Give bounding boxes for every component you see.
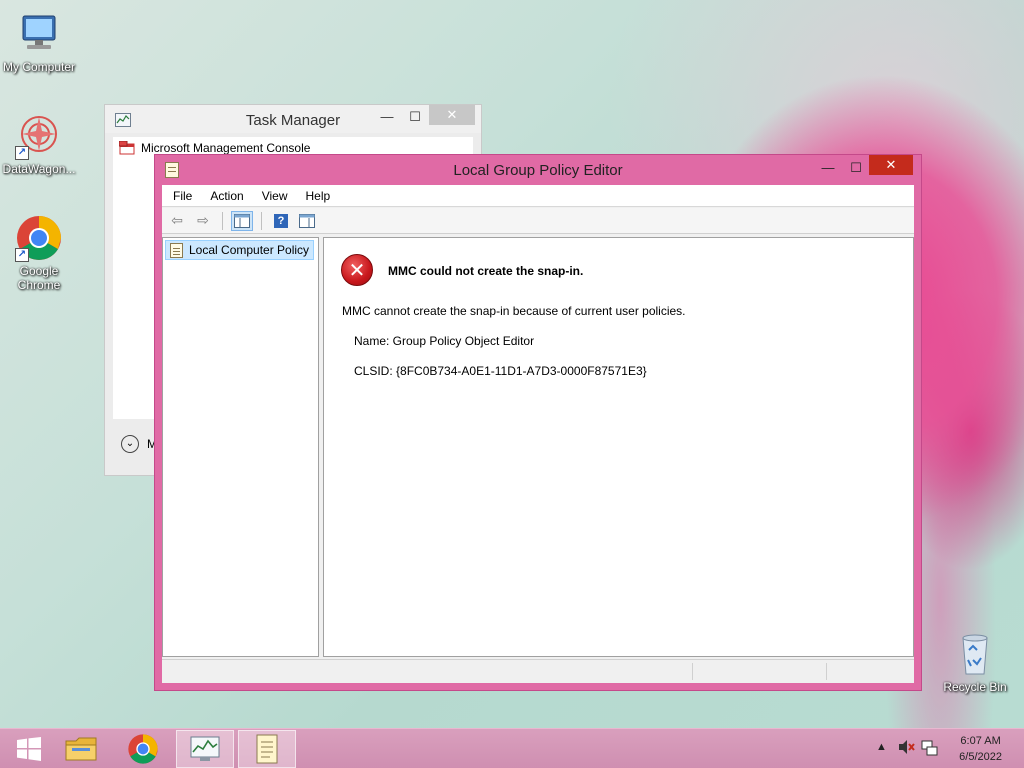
back-arrow-icon: ⇦	[171, 212, 183, 228]
minimize-button[interactable]: —	[815, 158, 841, 178]
close-button[interactable]: ✕	[429, 105, 475, 125]
desktop-icon-label: Recycle Bin	[943, 680, 1007, 694]
shortcut-arrow-icon: ↗	[15, 146, 29, 160]
desktop-icon-my-computer[interactable]: My Computer	[0, 10, 78, 74]
desktop-icon-google-chrome[interactable]: ↗ Google Chrome	[0, 214, 78, 292]
desktop-icon-recycle-bin[interactable]: Recycle Bin	[936, 630, 1014, 694]
snapin-clsid: CLSID: {8FC0B734-A0E1-11D1-A7D3-0000F875…	[354, 364, 647, 378]
chrome-icon: ↗	[15, 214, 63, 262]
network-icon[interactable]	[920, 739, 938, 760]
policy-icon	[170, 242, 183, 258]
chevron-down-icon: ⌄	[121, 435, 139, 453]
forward-button[interactable]: ⇨	[192, 211, 214, 231]
desktop-icon-label: My Computer	[2, 60, 76, 74]
menu-help[interactable]: Help	[305, 189, 332, 203]
datawagon-icon: ↗	[15, 112, 63, 160]
action-pane-icon	[299, 213, 315, 228]
status-bar	[162, 659, 914, 683]
volume-muted-icon[interactable]	[898, 739, 916, 758]
tree-item-label: Local Computer Policy	[189, 243, 310, 257]
error-message: MMC cannot create the snap-in because of…	[342, 304, 686, 318]
window-title: Local Group Policy Editor	[453, 162, 623, 179]
process-row[interactable]: Microsoft Management Console	[119, 141, 310, 155]
status-bar-divider	[826, 663, 827, 680]
chrome-icon	[128, 734, 158, 764]
policy-document-icon	[256, 734, 278, 764]
close-button[interactable]: ✕	[869, 155, 913, 175]
taskbar-task-manager[interactable]	[176, 730, 234, 768]
computer-icon	[15, 10, 63, 58]
windows-logo-icon	[17, 737, 41, 761]
menu-view[interactable]: View	[261, 189, 289, 203]
shortcut-arrow-icon: ↗	[15, 248, 29, 262]
toolbar: ⇦ ⇨ ?	[162, 208, 914, 234]
group-policy-editor-window[interactable]: Local Group Policy Editor — ☐ ✕ File Act…	[154, 154, 922, 691]
help-button[interactable]: ?	[270, 211, 292, 231]
clock-time: 6:07 AM	[960, 735, 1001, 747]
minimize-button[interactable]: —	[373, 107, 401, 127]
folder-icon	[65, 737, 97, 761]
gpe-titlebar[interactable]: Local Group Policy Editor — ☐ ✕	[155, 155, 921, 185]
taskbar: ▲ 6:07 AM 6/5/2022	[0, 728, 1024, 768]
status-bar-divider	[692, 663, 693, 680]
result-pane: ✕ MMC could not create the snap-in. MMC …	[323, 237, 914, 657]
taskbar-file-explorer[interactable]	[52, 730, 110, 768]
clock-date: 6/5/2022	[959, 751, 1002, 763]
gpe-client-area: File Action View Help ⇦ ⇨ ? Local Comput…	[162, 185, 914, 683]
show-hidden-icons-button[interactable]: ▲	[876, 741, 887, 753]
console-tree-icon	[234, 213, 250, 228]
help-icon: ?	[274, 213, 288, 228]
back-button[interactable]: ⇦	[166, 211, 188, 231]
desktop-icon-label: DataWagon...	[2, 162, 76, 176]
show-hide-console-tree-button[interactable]	[231, 210, 253, 231]
recycle-bin-icon	[951, 630, 999, 678]
start-button[interactable]	[0, 730, 58, 768]
error-icon: ✕	[341, 254, 373, 286]
taskbar-group-policy-editor[interactable]	[238, 730, 296, 768]
task-manager-icon	[190, 736, 220, 761]
toolbar-separator	[261, 211, 262, 230]
forward-arrow-icon: ⇨	[197, 212, 209, 228]
maximize-button[interactable]: ☐	[401, 107, 429, 127]
more-details-toggle[interactable]: ⌄ M	[121, 435, 157, 453]
snapin-name: Name: Group Policy Object Editor	[354, 334, 535, 348]
menu-bar: File Action View Help	[162, 185, 914, 207]
show-action-pane-button[interactable]	[296, 211, 318, 231]
taskbar-chrome[interactable]	[114, 730, 172, 768]
maximize-button[interactable]: ☐	[843, 158, 869, 178]
desktop-icon-label: Google Chrome	[17, 264, 61, 292]
menu-file[interactable]: File	[172, 189, 193, 203]
process-name: Microsoft Management Console	[141, 141, 311, 155]
console-tree-pane: Local Computer Policy	[162, 237, 319, 657]
error-title: MMC could not create the snap-in.	[388, 264, 584, 278]
toolbar-separator	[222, 211, 223, 230]
desktop-icon-datawagon[interactable]: ↗ DataWagon...	[0, 112, 78, 176]
menu-action[interactable]: Action	[209, 189, 244, 203]
mmc-icon	[119, 141, 135, 155]
task-manager-titlebar[interactable]: Task Manager — ☐ ✕	[105, 105, 481, 133]
tree-item-local-computer-policy[interactable]: Local Computer Policy	[165, 240, 315, 260]
system-clock[interactable]: 6:07 AM 6/5/2022	[959, 733, 1002, 765]
